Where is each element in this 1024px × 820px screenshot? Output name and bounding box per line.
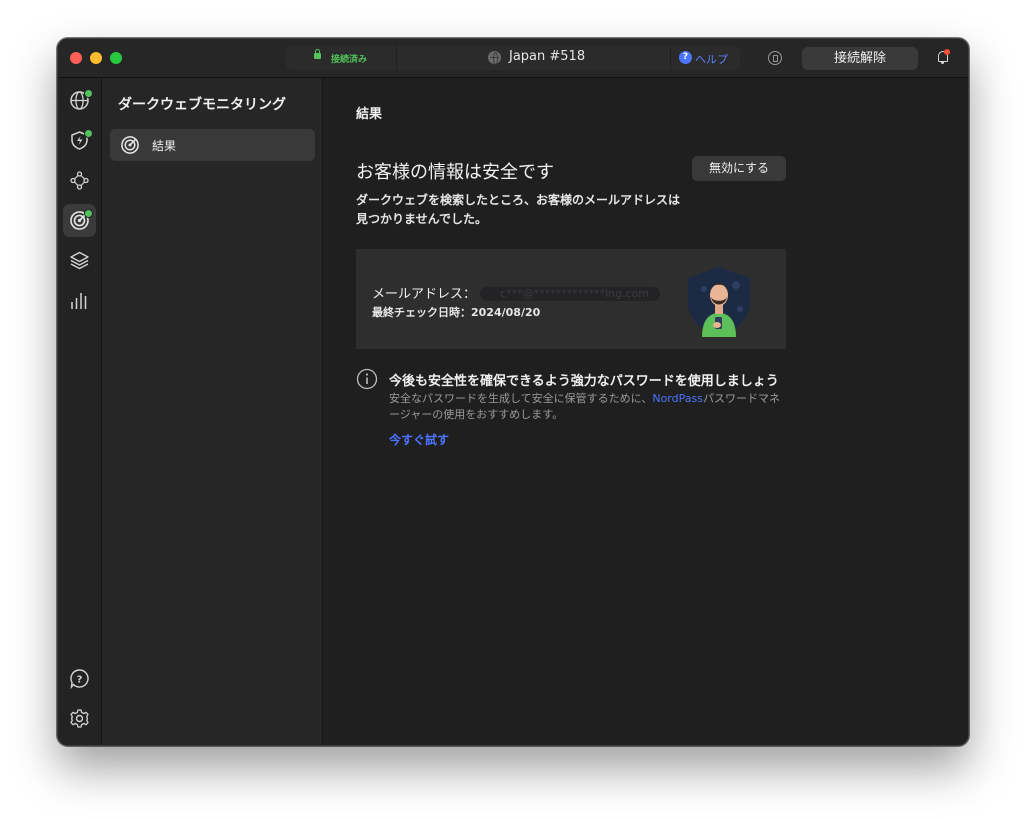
connection-status-bar: 接続済み Japan #518 ? ヘルプ — [286, 46, 740, 70]
email-row: メールアドレス： c***@*************ing.com — [372, 283, 661, 302]
sidebar: ダークウェブモニタリング 結果 — [102, 78, 323, 745]
email-result-card: メールアドレス： c***@*************ing.com 最終チェック… — [356, 249, 786, 349]
nordpass-link[interactable]: NordPass — [652, 392, 703, 405]
nav-statistics[interactable] — [63, 284, 96, 317]
last-check-row: 最終チェック日時：2024/08/20 — [372, 304, 540, 320]
disable-button[interactable]: 無効にする — [692, 156, 786, 181]
app-window: 接続済み Japan #518 ? ヘルプ 接続解除 ? ダークウェブモニタリン… — [57, 38, 969, 746]
help-link[interactable]: ? ヘルプ — [670, 46, 741, 70]
title-bar: 接続済み Japan #518 ? ヘルプ 接続解除 — [58, 39, 968, 78]
last-check-label: 最終チェック日時： — [372, 306, 471, 319]
help-label: ヘルプ — [695, 53, 728, 66]
close-window-button[interactable] — [70, 52, 82, 64]
connection-status: 接続済み — [286, 46, 397, 70]
nav-meshnet[interactable] — [63, 164, 96, 197]
status-dot — [84, 209, 93, 218]
radar-icon — [121, 136, 139, 154]
email-label: メールアドレス： — [372, 287, 477, 302]
help-bubble-icon: ? — [70, 669, 89, 689]
tip-title: 今後も安全性を確保できるよう強力なパスワードを使用しましょう — [389, 374, 779, 389]
info-icon — [356, 368, 378, 390]
minimize-window-button[interactable] — [90, 52, 102, 64]
disconnect-button[interactable]: 接続解除 — [802, 47, 918, 70]
layers-icon — [70, 251, 89, 270]
gear-icon — [70, 709, 89, 728]
redacted-email: c***@*************ing.com — [480, 286, 661, 301]
globe-icon — [488, 51, 501, 65]
nav-globe[interactable] — [63, 84, 96, 117]
notification-badge — [944, 49, 950, 55]
nav-help[interactable]: ? — [63, 662, 96, 695]
safe-person-illustration-icon — [688, 267, 750, 337]
email-value: c***@*************ing.com — [500, 286, 650, 300]
help-circle-icon: ? — [679, 51, 692, 64]
sidebar-item-label: 結果 — [152, 139, 177, 153]
nav-threat-protection[interactable] — [63, 124, 96, 157]
zoom-window-button[interactable] — [110, 52, 122, 64]
server-name: Japan #518 — [509, 49, 586, 64]
nav-settings[interactable] — [63, 702, 96, 735]
icon-navigation: ? — [58, 78, 102, 745]
connection-status-label: 接続済み — [331, 55, 368, 65]
status-dot — [84, 89, 93, 98]
bar-chart-icon — [71, 293, 87, 309]
nav-dark-web-monitor[interactable] — [63, 204, 96, 237]
meshnet-icon — [70, 171, 89, 190]
sidebar-title: ダークウェブモニタリング — [118, 97, 286, 113]
result-description: ダークウェブを検索したところ、お客様のメールアドレスは見つかりませんでした。 — [356, 193, 681, 226]
tip-body: 安全なパスワードを生成して安全に保管するために、NordPassパスワードマネー… — [389, 391, 789, 423]
nav-layers[interactable] — [63, 244, 96, 277]
lock-icon — [314, 49, 321, 59]
page-title: お客様の情報は安全です — [356, 162, 554, 183]
last-check-value: 2024/08/20 — [471, 306, 541, 319]
main-content: 結果 お客様の情報は安全です 無効にする ダークウェブを検索したところ、お客様の… — [323, 78, 968, 745]
status-dot — [84, 129, 93, 138]
sidebar-item-results[interactable]: 結果 — [110, 129, 315, 161]
try-now-link[interactable]: 今すぐ試す — [389, 431, 449, 448]
tip-body-text: 安全なパスワードを生成して安全に保管するために、 — [389, 392, 653, 405]
svg-text:?: ? — [77, 675, 83, 686]
threat-shield-icon[interactable] — [768, 51, 782, 65]
page-breadcrumb: 結果 — [356, 107, 383, 122]
